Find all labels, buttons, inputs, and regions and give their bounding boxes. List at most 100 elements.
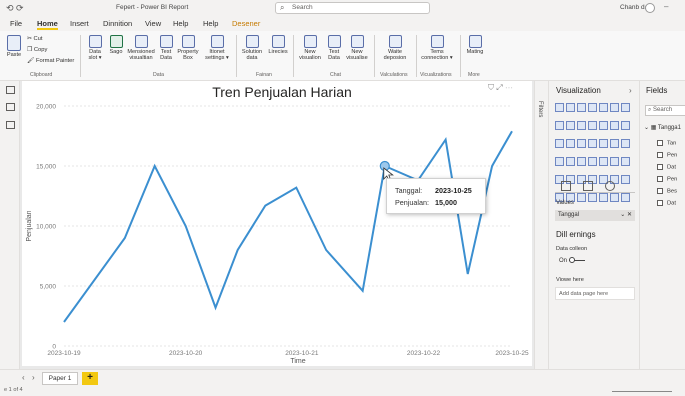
field-item[interactable]: Dat (657, 200, 676, 207)
status-bar: e 1 of 4 (0, 386, 685, 396)
visual-type-icon[interactable] (610, 121, 619, 130)
fields-pane: Fields ⌕ Search ⌄ ▦ Tangga1 Tan Pen Dat … (639, 81, 685, 369)
fields-search-input[interactable]: ⌕ Search (645, 105, 685, 116)
window-controls-icon[interactable]: – (664, 2, 668, 11)
field-label: Bes (667, 188, 677, 195)
visual-type-icon[interactable] (555, 139, 564, 148)
field-item[interactable]: Pen (657, 176, 677, 183)
x-tick-label: 2023-10-21 (285, 350, 319, 357)
cross-report-label: Data colleon (556, 246, 588, 252)
visual-type-icon[interactable] (566, 139, 575, 148)
visual-type-icon[interactable] (610, 193, 619, 202)
tooltip-date-value: 2023-10-25 (435, 186, 472, 195)
fields-title: Fields (646, 86, 668, 95)
visual-type-icon[interactable] (588, 193, 597, 202)
visualizations-pane: Visualization › Values Tanggal ⌄ ✕ Dill … (548, 81, 639, 369)
field-checkbox[interactable] (657, 200, 663, 206)
visual-type-icon[interactable] (599, 139, 608, 148)
visual-type-icon[interactable] (599, 103, 608, 112)
field-item[interactable]: Bes (657, 188, 677, 195)
filters-label: Filters (537, 101, 543, 118)
visual-type-icon[interactable] (577, 157, 586, 166)
field-checkbox[interactable] (657, 152, 663, 158)
cross-report-toggle[interactable]: On (559, 256, 586, 264)
values-field-well[interactable]: Tanggal ⌄ ✕ (555, 210, 635, 221)
fields-search-placeholder: Search (653, 107, 673, 113)
add-page-button[interactable]: + (82, 372, 98, 385)
tooltip-sales-value: 15,000 (435, 198, 457, 207)
visual-type-icon[interactable] (621, 193, 630, 202)
field-item[interactable]: Dat (657, 164, 676, 171)
field-checkbox[interactable] (657, 140, 663, 146)
y-tick-label: 10,000 (36, 224, 56, 231)
prev-page-icon[interactable]: ‹ (22, 373, 25, 382)
visual-type-icon[interactable] (621, 139, 630, 148)
visual-header-icons[interactable]: ⛉ ⤢ ⋯ (488, 83, 513, 93)
visual-type-icon[interactable] (621, 103, 630, 112)
table-node[interactable]: ⌄ ▦ Tangga1 (644, 124, 681, 131)
visual-type-icon[interactable] (588, 157, 597, 166)
field-checkbox[interactable] (657, 176, 663, 182)
x-axis-title: Time (290, 358, 305, 365)
visual-type-icon[interactable] (566, 157, 575, 166)
fields-tab-icon[interactable] (561, 181, 571, 191)
chevron-right-icon[interactable]: › (629, 86, 632, 95)
analytics-tab-icon[interactable] (605, 181, 615, 191)
visual-type-icon[interactable] (588, 103, 597, 112)
visual-type-gallery (555, 103, 637, 211)
y-tick-label: 20,000 (36, 104, 56, 111)
chart-title: Tren Penjualan Harian (212, 84, 352, 100)
values-label: Values (556, 200, 574, 206)
tooltip-sales-label: Penjualan: (395, 198, 429, 207)
drillthrough-title: Dill ernings (556, 230, 596, 239)
next-page-icon[interactable]: › (32, 373, 35, 382)
field-label: Pen (667, 152, 678, 159)
visual-type-icon[interactable] (599, 193, 608, 202)
drillthrough-drop-zone[interactable]: Add data page here (555, 287, 635, 300)
field-item[interactable]: Pen (657, 152, 677, 159)
visual-type-icon[interactable] (566, 103, 575, 112)
visual-type-icon[interactable] (577, 103, 586, 112)
visual-type-icon[interactable] (566, 121, 575, 130)
format-tab-icon[interactable] (583, 181, 593, 191)
field-label: Tan (667, 140, 677, 147)
visual-type-icon[interactable] (555, 121, 564, 130)
x-tick-label: 2023-10-22 (407, 350, 441, 357)
account-toggle[interactable] (645, 3, 655, 13)
field-remove-icon[interactable]: ⌄ ✕ (620, 211, 632, 218)
visual-type-icon[interactable] (599, 121, 608, 130)
visual-type-icon[interactable] (610, 157, 619, 166)
toggle-label: On (559, 258, 568, 264)
visual-type-icon[interactable] (610, 103, 619, 112)
chart-tooltip: Tanggal: 2023-10-25 Penjualan: 15,000 (386, 178, 486, 214)
filters-pane-collapsed[interactable]: Filters (534, 81, 548, 369)
field-label: Dat (667, 164, 677, 171)
page-tab-1[interactable]: Paper 1 (42, 372, 78, 385)
visual-type-icon[interactable] (621, 121, 630, 130)
y-tick-label: 15,000 (36, 164, 56, 171)
visual-type-icon[interactable] (610, 139, 619, 148)
series-line (63, 130, 513, 323)
page-count-status: e 1 of 4 (4, 387, 23, 393)
visual-type-icon[interactable] (555, 157, 564, 166)
field-label: Dat (667, 200, 677, 207)
drop-zone-placeholder: Add data page here (559, 291, 609, 297)
y-axis-title: Penjualan (26, 210, 33, 241)
table-name: Tangga1 (657, 125, 681, 131)
toggle-switch[interactable] (569, 256, 586, 263)
viz-pane-tabs (555, 181, 635, 193)
keep-filters-label: Viowe here (556, 277, 584, 283)
visual-type-icon[interactable] (588, 139, 597, 148)
zoom-slider[interactable] (612, 391, 672, 392)
visual-type-icon[interactable] (555, 103, 564, 112)
field-checkbox[interactable] (657, 164, 663, 170)
field-item[interactable]: Tan (657, 140, 676, 147)
visual-type-icon[interactable] (577, 139, 586, 148)
field-checkbox[interactable] (657, 188, 663, 194)
visual-type-icon[interactable] (588, 121, 597, 130)
field-well-value: Tanggal (558, 212, 580, 218)
visual-type-icon[interactable] (577, 193, 586, 202)
visual-type-icon[interactable] (621, 157, 630, 166)
visual-type-icon[interactable] (599, 157, 608, 166)
visual-type-icon[interactable] (577, 121, 586, 130)
